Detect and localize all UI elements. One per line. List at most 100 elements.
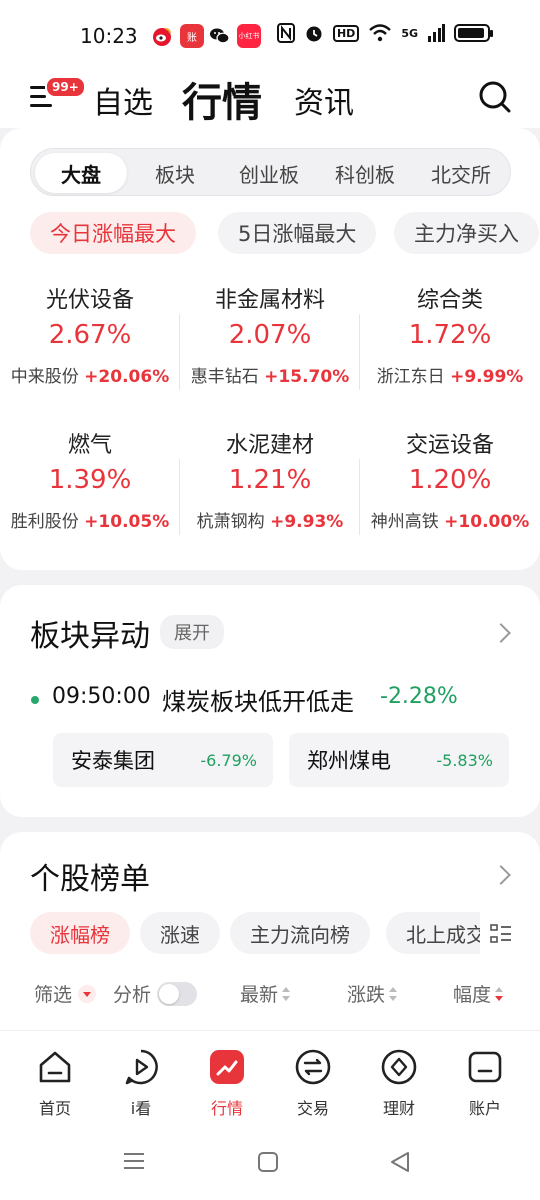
change-column-header[interactable]: 涨跌 [347,980,398,1007]
status-time: 10:23 [80,24,138,48]
sector-name: 综合类 [416,288,483,313]
bottom-nav: 首页 i看 行情 交易 理财 账户 [0,1030,540,1200]
alarm-icon [306,26,322,42]
market-segment-control: 大盘 板块 创业板 科创板 北交所 [30,148,511,196]
sector-lead: 杭萧钢构 +9.93% [180,507,360,532]
segment-bse[interactable]: 北交所 [415,153,507,193]
back-triangle-icon[interactable] [389,1151,411,1173]
xhs-app-label: 小红书 [238,32,260,40]
stock-pct: -5.83% [436,750,493,770]
exchange-icon [295,1049,331,1085]
wechat-icon [208,24,232,48]
sector-name: 水泥建材 [225,433,314,458]
stock-name: 郑州煤电 [307,749,391,773]
zhang-app-icon: 账 [180,24,204,48]
segment-star-market[interactable]: 科创板 [319,153,411,193]
signal-5g-label: 5G [401,26,418,40]
sector-lead: 神州高铁 +10.00% [360,507,540,532]
chevron-right-icon[interactable] [491,865,511,885]
segment-sector[interactable]: 板块 [129,153,221,193]
lead-stock-name: 杭萧钢构 [196,512,265,532]
lead-stock-pct: +20.06% [84,367,170,387]
analysis-header[interactable]: 分析 [113,980,198,1007]
signal-icon [428,24,445,42]
list-menu-icon[interactable] [490,924,512,944]
sector-pct: 1.72% [408,320,492,350]
lead-stock-name: 浙江东日 [376,367,445,387]
sector-item[interactable]: 水泥建材 1.21% 杭萧钢构 +9.93% [180,427,360,532]
analysis-label: 分析 [113,984,152,1006]
tab-top-gainers[interactable]: 涨幅榜 [30,912,130,954]
chevron-right-icon[interactable] [491,623,511,643]
zhang-app-label: 账 [187,32,197,44]
caret-down-icon [78,984,97,1003]
status-indicators: HD 5G [276,23,493,43]
search-icon[interactable] [478,80,512,114]
nav-label: 行情 [210,1099,243,1118]
nav-account[interactable]: 账户 [440,1047,530,1119]
expand-button[interactable]: 展开 [160,615,224,649]
movement-stock-card[interactable]: 安泰集团 -6.79% [53,733,273,787]
recent-apps-icon[interactable] [122,1151,146,1171]
latest-column-header[interactable]: 最新 [240,980,291,1007]
sector-item[interactable]: 交运设备 1.20% 神州高铁 +10.00% [360,427,540,532]
lead-stock-name: 中来股份 [10,367,79,387]
home-square-icon[interactable] [257,1151,279,1173]
chip-main-net-buy[interactable]: 主力净买入 [394,212,539,254]
stock-ranking-card: 个股榜单 涨幅榜 涨速 主力流向榜 北上成交 筛选 分析 最新 涨跌 幅度 [0,832,540,1032]
filter-header[interactable]: 筛选 [34,980,97,1007]
sector-name: 交运设备 [405,433,494,458]
event-time: 09:50:00 [52,684,151,709]
analysis-toggle[interactable] [157,981,198,1006]
sector-pct: 1.20% [408,465,492,495]
market-overview-card: 大盘 板块 创业板 科创板 北交所 今日涨幅最大 5日涨幅最大 主力净买入 光伏… [0,128,540,570]
event-pct: -2.28% [380,684,458,709]
movement-stock-card[interactable]: 郑州煤电 -5.83% [289,733,509,787]
sector-lead: 中来股份 +20.06% [0,362,180,387]
diamond-icon [381,1049,417,1085]
sort-icon [282,986,291,1001]
stock-pct: -6.79% [200,750,257,770]
segment-chinext[interactable]: 创业板 [223,153,315,193]
sector-name: 非金属材料 [214,288,325,313]
tab-northbound[interactable]: 北上成交 [386,912,480,954]
range-label: 幅度 [453,984,492,1006]
nav-label: 理财 [382,1099,415,1118]
lead-stock-name: 胜利股份 [10,512,79,532]
nfc-icon [276,23,295,43]
lead-stock-pct: +9.99% [450,367,524,387]
tab-main-flow[interactable]: 主力流向榜 [230,912,370,954]
event-dot-icon [31,696,39,704]
tab-news[interactable]: 资讯 [294,78,354,122]
wifi-icon [369,24,392,42]
notification-badge: 99+ [45,76,86,98]
nav-wealth[interactable]: 理财 [354,1047,444,1119]
tab-market[interactable]: 行情 [182,70,262,128]
nav-market[interactable]: 行情 [182,1047,272,1119]
nav-ikan[interactable]: i看 [96,1047,186,1119]
play-icon [125,1049,158,1085]
sort-icon [389,986,398,1001]
chip-today-top-gain[interactable]: 今日涨幅最大 [30,212,196,254]
sector-item[interactable]: 光伏设备 2.67% 中来股份 +20.06% [0,282,180,387]
nav-label: 首页 [38,1099,71,1118]
home-icon [39,1051,71,1083]
tab-watchlist[interactable]: 自选 [93,78,153,122]
lead-stock-name: 神州高铁 [370,512,439,532]
filter-label: 筛选 [34,984,73,1006]
hd-indicator: HD [332,24,360,42]
sort-desc-icon [495,986,504,1001]
stock-ranking-title: 个股榜单 [30,862,150,897]
event-text[interactable]: 煤炭板块低开低走 [162,682,354,717]
sector-item[interactable]: 综合类 1.72% 浙江东日 +9.99% [360,282,540,387]
nav-trade[interactable]: 交易 [268,1047,358,1119]
sector-item[interactable]: 燃气 1.39% 胜利股份 +10.05% [0,427,180,532]
nav-home[interactable]: 首页 [10,1047,100,1119]
segment-dapan[interactable]: 大盘 [35,153,127,193]
range-column-header[interactable]: 幅度 [453,980,504,1007]
chip-5day-top-gain[interactable]: 5日涨幅最大 [218,212,377,254]
tab-speed[interactable]: 涨速 [140,912,220,954]
sector-item[interactable]: 非金属材料 2.07% 惠丰钻石 +15.70% [180,282,360,387]
sector-lead: 胜利股份 +10.05% [0,507,180,532]
lead-stock-pct: +15.70% [264,367,350,387]
